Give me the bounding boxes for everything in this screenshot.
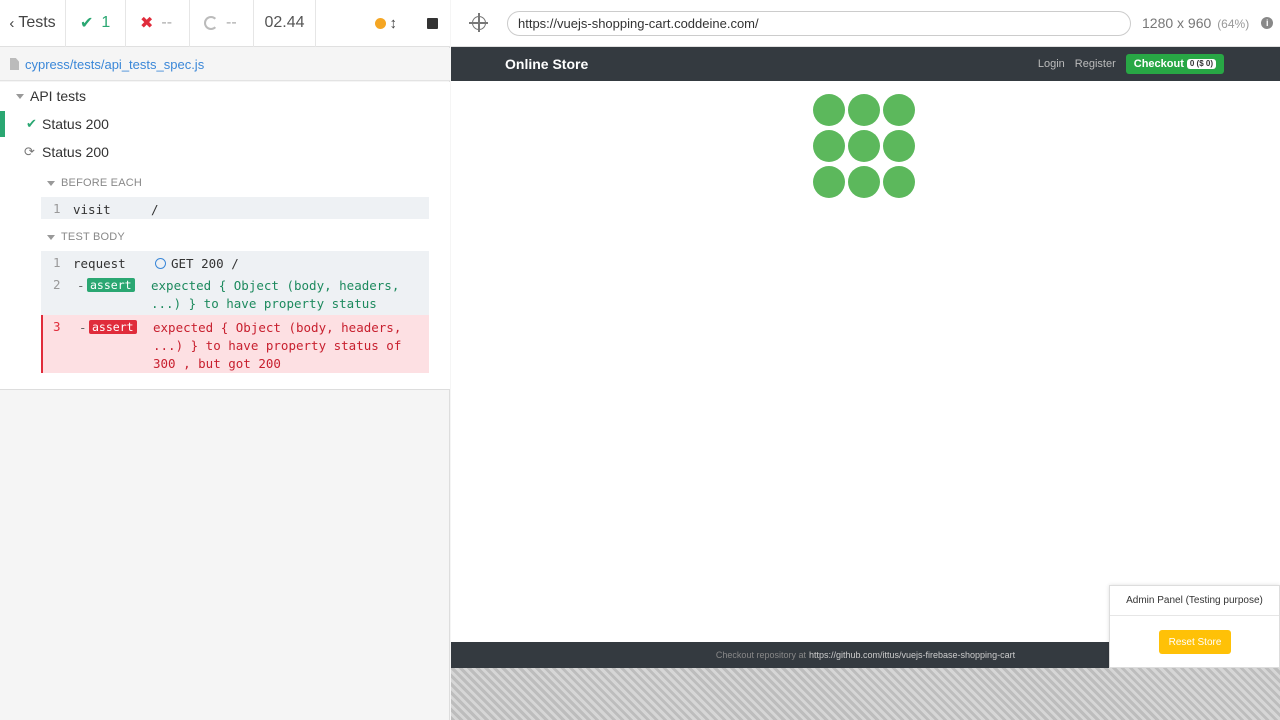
brand-link[interactable]: Online Store: [505, 56, 588, 72]
stop-icon[interactable]: [427, 17, 438, 29]
admin-panel-title: Admin Panel (Testing purpose): [1110, 586, 1279, 616]
spinner-dot: [848, 130, 880, 162]
refresh-icon: ⟳: [24, 144, 35, 159]
arrows-updown-icon: ↕: [389, 14, 398, 32]
command-assert-passed[interactable]: 2 - assert expected { Object (body, head…: [41, 273, 429, 315]
tests-label: Tests: [18, 14, 56, 31]
admin-panel: Admin Panel (Testing purpose) Reset Stor…: [1109, 585, 1280, 668]
circle-pending-icon: [204, 16, 218, 30]
run-controls: ↕: [316, 0, 450, 47]
aut-header: 1280 x 960 (64%) i: [451, 0, 1280, 47]
command-request[interactable]: 1 request GET 200 /: [41, 251, 429, 273]
spinner-dot: [848, 166, 880, 198]
reporter-panel: ‹ Tests ✔ 1 ✖ -- -- 02.44 ↕ cypress/test…: [0, 0, 450, 720]
test-status-200-passed[interactable]: ✔ Status 200: [0, 111, 449, 137]
failed-count[interactable]: ✖ --: [126, 0, 190, 47]
register-link[interactable]: Register: [1075, 58, 1116, 70]
command-visit[interactable]: 1 visit /: [41, 197, 429, 219]
viewport-overflow-area: [451, 668, 1280, 720]
suite-title: API tests: [30, 88, 87, 104]
passed-count[interactable]: ✔ 1: [66, 0, 126, 47]
runnables-list: API tests ✔ Status 200 ⟳ Status 200 BEFO…: [0, 82, 450, 390]
x-icon: ✖: [140, 15, 154, 32]
duration: 02.44: [254, 0, 316, 47]
app-navbar: Online Store Login Register Checkout 0 (…: [451, 47, 1280, 81]
spinner-dot: [883, 166, 915, 198]
assert-badge: assert: [89, 320, 137, 334]
suite-api-tests[interactable]: API tests: [16, 88, 86, 104]
test-title: Status 200: [42, 116, 109, 132]
spec-file-bar: cypress/tests/api_tests_spec.js: [0, 48, 450, 81]
cart-badge: 0 ($ 0): [1186, 59, 1216, 69]
spinner-dot: [883, 130, 915, 162]
check-icon: ✔: [26, 116, 37, 131]
spinner-dot: [813, 130, 845, 162]
command-assert-failed[interactable]: 3 - assert expected { Object (body, head…: [41, 315, 429, 373]
app-iframe: Online Store Login Register Checkout 0 (…: [451, 47, 1280, 668]
spinner-dot: [813, 94, 845, 126]
chevron-left-icon: ‹: [9, 14, 15, 32]
pending-count[interactable]: --: [190, 0, 254, 47]
checkout-button[interactable]: Checkout 0 ($ 0): [1125, 54, 1224, 74]
circle-icon: [155, 258, 166, 269]
viewport-info: 1280 x 960 (64%): [1142, 15, 1250, 31]
spinner-dot: [848, 94, 880, 126]
selector-playground-button[interactable]: [451, 13, 507, 32]
tests-button[interactable]: ‹ Tests: [0, 0, 66, 47]
assert-badge: assert: [87, 278, 135, 292]
auto-scroll-toggle[interactable]: ↕: [374, 14, 398, 32]
test-status-200-running[interactable]: ⟳ Status 200: [0, 139, 449, 165]
crosshair-icon: [469, 13, 488, 32]
check-icon: ✔: [80, 15, 94, 32]
caret-down-icon: [47, 234, 55, 240]
url-field[interactable]: [507, 10, 1131, 36]
stats-bar: ‹ Tests ✔ 1 ✖ -- -- 02.44 ↕: [0, 0, 450, 47]
reset-store-button[interactable]: Reset Store: [1159, 630, 1231, 654]
loading-spinner: [813, 94, 918, 199]
file-icon: [10, 58, 19, 70]
caret-down-icon: [16, 93, 24, 99]
spinner-dot: [813, 166, 845, 198]
info-icon[interactable]: i: [1261, 17, 1274, 29]
nav-links: Login Register Checkout 0 ($ 0): [1038, 54, 1224, 74]
login-link[interactable]: Login: [1038, 58, 1065, 70]
spinner-dot: [883, 94, 915, 126]
repo-link[interactable]: https://github.com/ittus/vuejs-firebase-…: [809, 650, 1015, 660]
running-indicator-icon: [374, 17, 386, 29]
hook-test-body[interactable]: TEST BODY: [47, 231, 125, 243]
caret-down-icon: [47, 180, 55, 186]
test-title: Status 200: [42, 144, 109, 160]
hook-before-each[interactable]: BEFORE EACH: [47, 177, 142, 189]
spec-file-link[interactable]: cypress/tests/api_tests_spec.js: [25, 57, 204, 72]
